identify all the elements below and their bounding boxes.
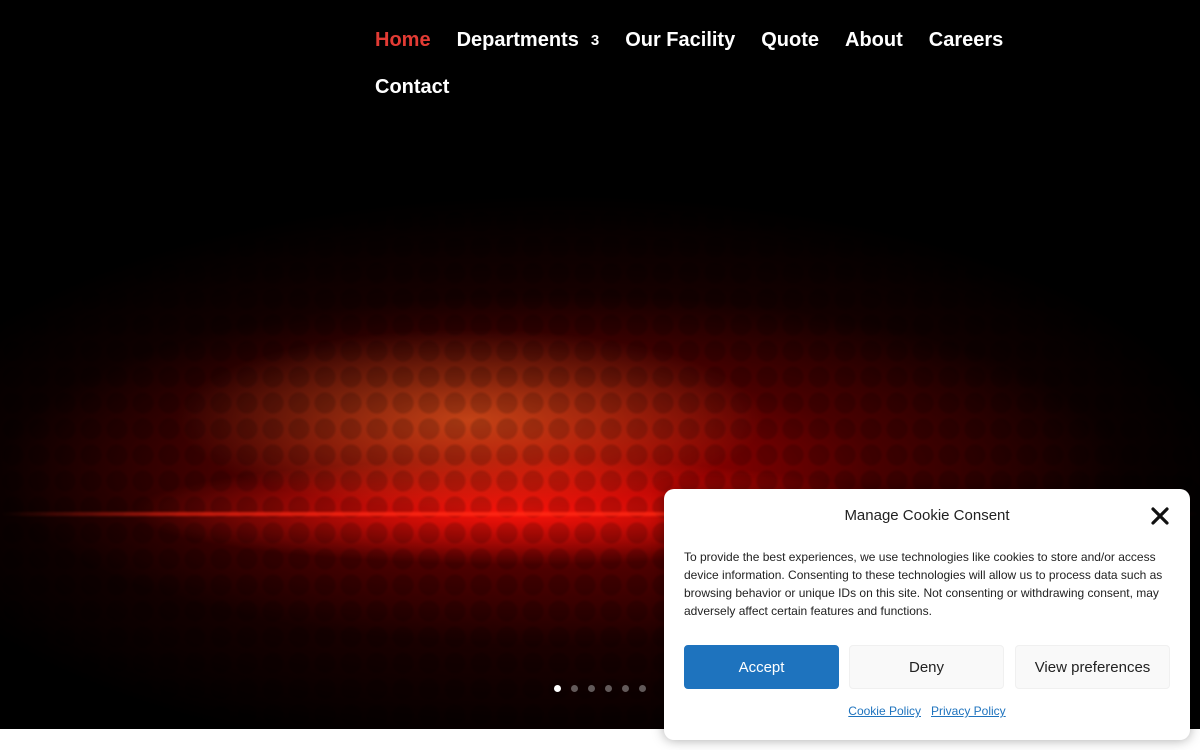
nav-item-careers[interactable]: Careers <box>929 29 1004 52</box>
nav-item-contact[interactable]: Contact <box>375 76 449 99</box>
nav-item-home[interactable]: Home <box>375 29 431 52</box>
slider-dot-4[interactable] <box>605 685 612 692</box>
nav-item-about[interactable]: About <box>845 29 903 52</box>
close-icon[interactable] <box>1150 506 1170 526</box>
nav-item-label: About <box>845 28 903 51</box>
slider-dot-5[interactable] <box>622 685 629 692</box>
departments-submenu-indicator: 3 <box>590 31 600 49</box>
page: Home Departments 3 Our Facility Quote Abo… <box>0 0 1200 750</box>
slider-dot-6[interactable] <box>639 685 646 692</box>
deny-button[interactable]: Deny <box>849 645 1004 689</box>
nav-item-label: Careers <box>928 28 1004 51</box>
nav-item-our-facility[interactable]: Our Facility <box>625 29 735 52</box>
nav-item-departments[interactable]: Departments 3 <box>457 29 600 52</box>
slider-pagination <box>554 685 656 692</box>
nav-item-label: Our Facility <box>625 28 736 51</box>
close-icon-graphic <box>1151 507 1169 525</box>
cookie-consent-dialog: Manage Cookie Consent To provide the bes… <box>664 489 1190 740</box>
nav-item-label: Departments <box>456 28 579 51</box>
cookie-dialog-message: To provide the best experiences, we use … <box>684 550 1163 618</box>
nav-row-secondary: Contact <box>375 72 1035 102</box>
cookie-dialog-title: Manage Cookie Consent <box>844 507 1010 524</box>
accept-button[interactable]: Accept <box>684 645 839 689</box>
cookie-policy-link[interactable]: Cookie Policy <box>848 704 921 718</box>
main-navigation: Home Departments 3 Our Facility Quote Abo… <box>375 25 1035 102</box>
cookie-dialog-links: Cookie Policy Privacy Policy <box>664 704 1190 718</box>
privacy-policy-link[interactable]: Privacy Policy <box>931 704 1006 718</box>
nav-item-label: Home <box>375 28 431 51</box>
slider-dot-3[interactable] <box>588 685 595 692</box>
nav-item-quote[interactable]: Quote <box>761 29 819 52</box>
nav-row-primary: Home Departments 3 Our Facility Quote Abo… <box>375 25 1035 55</box>
slider-dot-1[interactable] <box>554 685 561 692</box>
nav-item-label: Contact <box>375 75 450 98</box>
slider-dot-2[interactable] <box>571 685 578 692</box>
nav-item-label: Quote <box>761 28 819 51</box>
view-preferences-button[interactable]: View preferences <box>1015 645 1170 689</box>
